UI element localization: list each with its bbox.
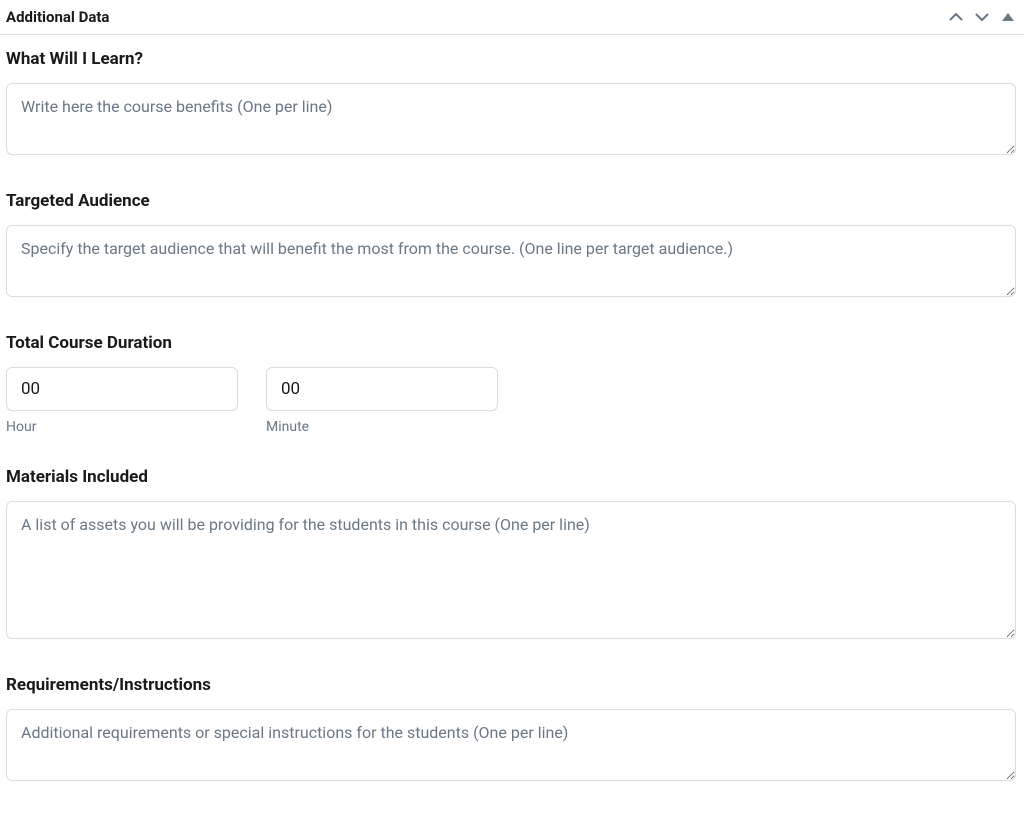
requirements-instructions-label: Requirements/Instructions xyxy=(6,675,1016,695)
panel-content: What Will I Learn? Targeted Audience Tot… xyxy=(0,35,1024,785)
targeted-audience-input[interactable] xyxy=(6,225,1016,297)
caret-up-icon[interactable] xyxy=(1000,9,1016,25)
minute-input[interactable] xyxy=(266,367,498,411)
requirements-instructions-input[interactable] xyxy=(6,709,1016,781)
panel-controls xyxy=(948,9,1016,25)
chevron-up-icon[interactable] xyxy=(948,9,964,25)
targeted-audience-group: Targeted Audience xyxy=(6,191,1016,301)
duration-minute-col: Minute xyxy=(266,367,498,435)
chevron-down-icon[interactable] xyxy=(974,9,990,25)
panel-title: Additional Data xyxy=(6,8,109,26)
total-course-duration-label: Total Course Duration xyxy=(6,333,1016,353)
targeted-audience-label: Targeted Audience xyxy=(6,191,1016,211)
duration-hour-col: Hour xyxy=(6,367,238,435)
what-will-i-learn-group: What Will I Learn? xyxy=(6,49,1016,159)
materials-included-label: Materials Included xyxy=(6,467,1016,487)
duration-row: Hour Minute xyxy=(6,367,1016,435)
materials-included-group: Materials Included xyxy=(6,467,1016,643)
panel-header: Additional Data xyxy=(0,0,1024,35)
hour-input[interactable] xyxy=(6,367,238,411)
minute-sublabel: Minute xyxy=(266,419,498,435)
materials-included-input[interactable] xyxy=(6,501,1016,639)
what-will-i-learn-label: What Will I Learn? xyxy=(6,49,1016,69)
requirements-instructions-group: Requirements/Instructions xyxy=(6,675,1016,785)
what-will-i-learn-input[interactable] xyxy=(6,83,1016,155)
hour-sublabel: Hour xyxy=(6,419,238,435)
total-course-duration-group: Total Course Duration Hour Minute xyxy=(6,333,1016,435)
